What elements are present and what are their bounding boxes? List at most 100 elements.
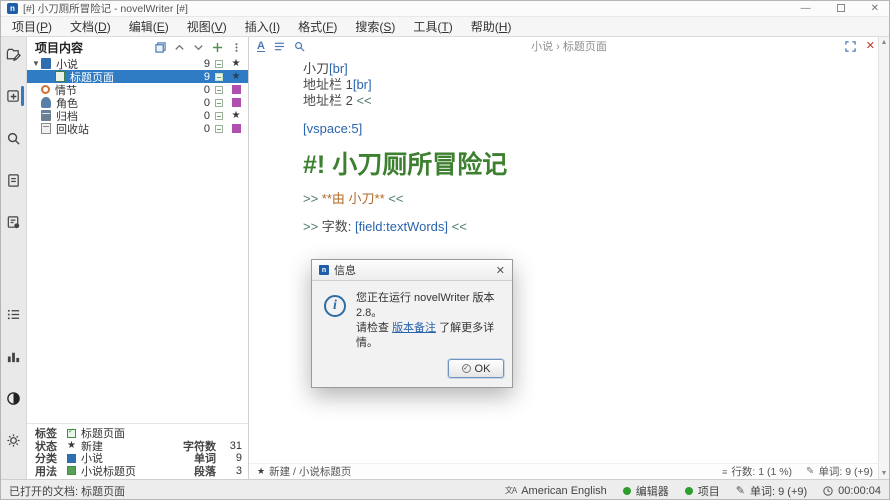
menu-i[interactable]: 插入(I) (236, 16, 289, 37)
editor-line: 小刀[br] (303, 61, 869, 77)
maximize-button[interactable] (837, 4, 845, 12)
dialog-close-icon[interactable]: ✕ (496, 264, 505, 277)
menu-p[interactable]: 项目(P) (3, 16, 61, 37)
text-segment-txt: 字数: (322, 219, 355, 234)
text-segment-mark: >> (303, 191, 322, 206)
star-icon: ★ (67, 441, 76, 450)
active-checkbox-icon (210, 112, 228, 120)
stat-value: 3 (216, 465, 242, 477)
scroll-down-icon[interactable]: ▼ (881, 470, 888, 477)
status-star-icon: ★ (257, 466, 265, 477)
project-status-dot-icon (685, 487, 693, 495)
dialog-message: 您正在运行 novelWriter 版本 2.8。 请检查 版本备注 了解更多详… (356, 291, 502, 351)
novel-view-icon[interactable] (5, 87, 23, 105)
breadcrumb: 小说 › 标题页面 (249, 38, 889, 54)
editor-line: >> 字数: [field:textWords] << (303, 219, 869, 235)
archive-icon (41, 110, 51, 121)
stat-value: 9 (216, 452, 242, 464)
text-segment-mark: << (448, 219, 467, 234)
theme-contrast-icon[interactable] (5, 389, 23, 407)
text-segment-mark: >> (303, 219, 322, 234)
detail-value: 小说标题页 (81, 463, 136, 479)
project-save-status: 项目 (685, 483, 720, 499)
document-tools-icon[interactable] (5, 213, 23, 231)
ok-button[interactable]: ✓ OK (448, 359, 504, 378)
tree-item-回收站[interactable]: 回收站0 (27, 122, 248, 135)
word-count: 0 (188, 123, 210, 135)
project-panel: 项目内容 ▼小说9★标题页面9★情节0角色0归档0★回收站0 标签标题页面状态★… (27, 37, 249, 479)
pen-icon: ✎ (806, 466, 814, 477)
document-icon[interactable] (5, 171, 23, 189)
session-timer: 00:00:04 (823, 485, 881, 497)
settings-gear-icon[interactable] (5, 431, 23, 449)
editor-footer: ★ 新建 / 小说标题页 ≡行数: 1 (1 %) ✎单词: 9 (+9) (249, 463, 889, 479)
editor-save-status: 编辑器 (623, 483, 669, 499)
editor-scrollbar[interactable]: ▲ ▼ (878, 37, 889, 479)
trash-icon (41, 123, 51, 134)
status-flag-icon (228, 124, 244, 133)
active-checkbox-icon (210, 86, 228, 94)
more-menu-icon[interactable] (231, 42, 242, 53)
editor-line: 地址栏 1[br] (303, 77, 869, 93)
word-count: 9 (188, 71, 210, 83)
stats-chart-icon[interactable] (5, 347, 23, 365)
word-count: 0 (188, 110, 210, 122)
text-segment-txt: 地址栏 2 (303, 93, 356, 108)
text-segment-fmt: 由 小刀 (332, 191, 375, 206)
menu-t[interactable]: 工具(T) (404, 16, 461, 37)
status-bar: 已打开的文档: 标题页面 文AAmerican English 编辑器 项目 ✎… (1, 479, 889, 500)
info-icon: i (324, 295, 346, 317)
window-title: [#] 小刀厕所冒险记 - novelWriter [#] (23, 1, 188, 16)
outline-list-icon[interactable] (5, 305, 23, 323)
text-segment-fmt: ** (322, 191, 332, 206)
stat-value: 31 (216, 440, 242, 452)
close-window-button[interactable]: ✕ (871, 2, 879, 16)
menu-v[interactable]: 视图(V) (178, 16, 236, 37)
check-icon: ✓ (462, 364, 471, 373)
editor-line: [vspace:5] (303, 121, 869, 137)
word-counter: ✎单词: 9 (+9) (806, 464, 873, 479)
search-icon[interactable] (5, 129, 23, 147)
minimize-button[interactable]: — (801, 2, 811, 16)
menu-h[interactable]: 帮助(H) (462, 16, 521, 37)
editor-header: A 小说 › 标题页面 ✕ (249, 37, 889, 55)
project-tree: ▼小说9★标题页面9★情节0角色0归档0★回收站0 (27, 57, 248, 135)
release-notes-link[interactable]: 版本备注 (392, 322, 436, 334)
info-dialog: n 信息 ✕ i 您正在运行 novelWriter 版本 2.8。 请检查 版… (311, 259, 513, 388)
quick-links-icon[interactable] (155, 42, 166, 53)
language-indicator[interactable]: 文AAmerican English (505, 485, 607, 497)
editor-line: >> **由 小刀** << (303, 191, 869, 207)
doc-check-icon (67, 429, 76, 438)
move-down-icon[interactable] (193, 42, 204, 53)
text-segment-tag: [br] (353, 77, 372, 92)
add-item-icon[interactable] (212, 42, 223, 53)
move-up-icon[interactable] (174, 42, 185, 53)
menu-e[interactable]: 编辑(E) (120, 16, 178, 37)
menu-f[interactable]: 格式(F) (289, 16, 346, 37)
editor-status-dot-icon (623, 487, 631, 495)
novel-icon (41, 58, 51, 69)
dialog-title-bar[interactable]: n 信息 ✕ (312, 260, 512, 281)
menu-d[interactable]: 文档(D) (61, 16, 120, 37)
focus-mode-icon[interactable] (845, 41, 856, 52)
close-document-icon[interactable]: ✕ (866, 41, 875, 52)
expand-arrow-icon[interactable]: ▼ (31, 59, 41, 68)
active-view-indicator (21, 86, 24, 106)
menu-s[interactable]: 搜索(S) (346, 16, 404, 37)
project-panel-header: 项目内容 (27, 37, 248, 55)
project-edit-icon[interactable] (5, 45, 23, 63)
menu-bar: 项目(P)文档(D)编辑(E)视图(V)插入(I)格式(F)搜索(S)工具(T)… (1, 17, 889, 37)
stat-row-段落: 段落3 (156, 465, 242, 478)
pen-icon: ✎ (736, 484, 745, 497)
tree-item-label: 回收站 (56, 121, 188, 137)
scroll-up-icon[interactable]: ▲ (881, 39, 888, 46)
active-checkbox-icon (210, 73, 228, 81)
characters-icon (41, 97, 51, 108)
open-document-status: 已打开的文档: 标题页面 (9, 483, 125, 499)
text-segment-txt: 小刀 (303, 61, 329, 76)
detail-row-用法: 用法小说标题页 (35, 465, 156, 478)
text-segment-htext: 小刀厕所冒险记 (332, 151, 507, 179)
dialog-app-icon: n (319, 265, 329, 275)
project-panel-title: 项目内容 (35, 39, 83, 56)
detail-label: 用法 (35, 463, 65, 479)
